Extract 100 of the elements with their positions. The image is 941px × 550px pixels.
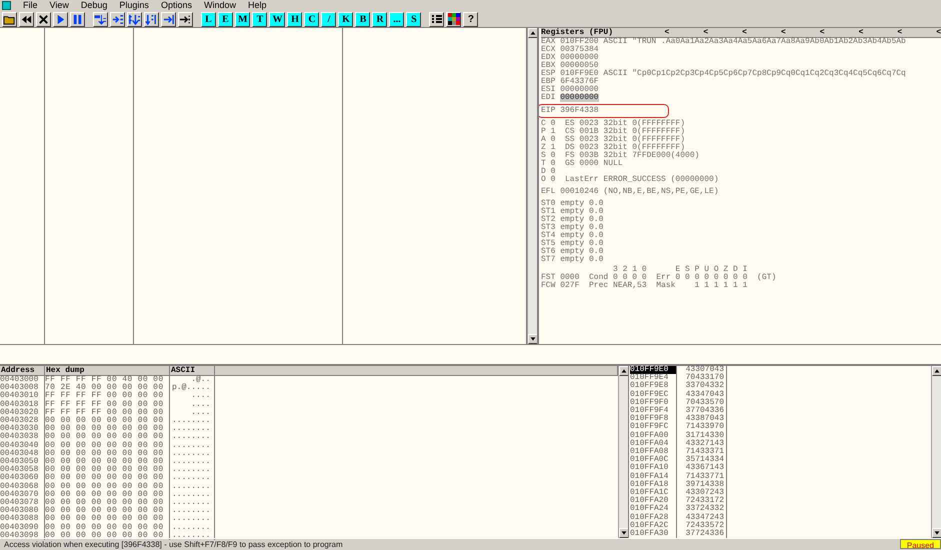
letter-shortcut-button[interactable]: H [287, 12, 302, 26]
stack-address[interactable]: 010FFA04 [630, 440, 676, 448]
toolbar-button[interactable] [144, 12, 159, 26]
stack-address[interactable]: 010FFA20 [630, 497, 676, 506]
stack-value: 43367143 [684, 464, 724, 472]
stack-address[interactable]: 010FFA00 [630, 432, 676, 440]
vertical-scrollbar[interactable] [618, 366, 628, 538]
ascii-cell-text: ........ [171, 507, 212, 516]
ascii-cell-text: ........ [171, 425, 212, 434]
scroll-left-button[interactable]: < [780, 28, 786, 37]
letter-shortcut-button[interactable]: R [372, 12, 388, 26]
register-value: 6F43376F [560, 78, 599, 86]
toolbar-button[interactable] [19, 12, 34, 26]
stack-address[interactable]: 010FFA2C [630, 522, 676, 530]
letter-shortcut-button[interactable]: K [338, 12, 354, 26]
ascii-cell-text: ........ [171, 499, 212, 508]
address-cell-text: 00403048 [0, 450, 40, 458]
column-header[interactable]: ASCII [170, 366, 215, 376]
flag-line: D 0 [541, 168, 556, 176]
stack-address[interactable]: 010FF9E8 [630, 382, 676, 391]
stack-address[interactable]: 010FF9F4 [630, 407, 676, 416]
letter-shortcut-button[interactable]: ... [389, 12, 404, 26]
register-value: 00000000 [560, 86, 599, 94]
vertical-scrollbar[interactable] [931, 366, 941, 538]
menu-item[interactable]: View [50, 0, 69, 11]
letter-shortcut-button[interactable]: C [304, 12, 320, 26]
letter-shortcut-button[interactable]: E [218, 12, 233, 26]
stack-address[interactable]: 010FF9EC [630, 390, 676, 399]
menu-item[interactable]: File [23, 0, 38, 11]
letter-shortcut-button[interactable]: T [252, 12, 268, 26]
scroll-down-icon[interactable] [528, 334, 538, 344]
toolbar-button[interactable] [446, 12, 462, 26]
register-comment: ASCII "TRUN .Aa0Aa1Aa2Aa3Aa4Aa5Aa6Aa7Aa8Aa9Ab0Ab1Ab2Ab3Ab4Ab5Ab [602, 38, 906, 46]
toolbar-button[interactable] [93, 12, 108, 26]
register-value: 396F4338 [560, 107, 599, 115]
ascii-cell-text: .... [190, 392, 212, 401]
stack-address[interactable]: 010FF9E0 [630, 366, 676, 374]
stack-address[interactable]: 010FFA1C [630, 489, 676, 498]
stack-value: 71433970 [684, 423, 724, 432]
column-header[interactable]: Hex dump [45, 366, 170, 376]
toolbar-button[interactable] [161, 12, 176, 26]
scroll-down-icon[interactable] [619, 528, 629, 538]
stack-address[interactable]: 010FFA14 [630, 472, 676, 481]
stack-address[interactable]: 010FFA08 [630, 448, 676, 456]
letter-shortcut-button[interactable]: L [201, 12, 216, 26]
stack-value: 43307243 [684, 489, 724, 498]
step-icon [94, 12, 107, 26]
letter-shortcut-button[interactable]: / [321, 12, 336, 26]
stack-address[interactable]: 010FFA0C [630, 456, 676, 464]
flag-line: Z 1 DS 0023 32bit 0(FFFFFFFF) [541, 144, 686, 152]
toolbar-button[interactable] [127, 12, 142, 26]
scroll-left-button[interactable]: < [703, 28, 708, 37]
register-value: 010FF9E0 [560, 70, 599, 78]
address-cell-text: 00403058 [0, 466, 40, 474]
stack-address[interactable]: 010FF9F8 [630, 415, 676, 424]
stack-address[interactable]: 010FF9F0 [630, 398, 676, 408]
scroll-up-icon[interactable] [619, 366, 629, 376]
stack-address[interactable]: 010FFA18 [630, 480, 676, 490]
address-cell-text: 00403038 [0, 433, 40, 442]
letter-shortcut-button[interactable]: B [355, 12, 370, 26]
menu-item[interactable]: Window [204, 0, 236, 11]
stack-value: 43387043 [684, 415, 724, 424]
letter-shortcut-button[interactable]: M [235, 12, 250, 26]
register-name: ESI [541, 86, 556, 94]
fpu-register: ST4 empty 0.0 [541, 232, 604, 240]
scroll-left-button[interactable]: < [858, 28, 864, 37]
address-cell-text: 00403008 [0, 384, 40, 392]
scroll-up-icon[interactable] [932, 366, 941, 376]
help-button[interactable]: ? [463, 12, 478, 26]
scroll-left-button[interactable]: < [820, 28, 825, 37]
toolbar-button[interactable] [2, 12, 17, 26]
column-header[interactable]: Address [0, 366, 45, 376]
scroll-down-icon[interactable] [932, 528, 941, 538]
menu-item[interactable]: Options [160, 0, 192, 11]
stack-address[interactable]: 010FFA30 [630, 530, 676, 538]
flag-line: P 1 CS 001B 32bit 0(FFFFFFFF) [541, 128, 686, 136]
scroll-left-button[interactable]: < [936, 28, 941, 37]
letter-shortcut-button[interactable]: W [269, 12, 286, 26]
scroll-left-button[interactable]: < [742, 28, 747, 37]
menu-item[interactable]: Debug [80, 0, 108, 11]
stack-address[interactable]: 010FFA24 [630, 505, 676, 514]
toolbar-button[interactable] [110, 12, 125, 26]
cpu-window-icon [2, 1, 11, 10]
stack-address[interactable]: 010FF9E4 [630, 374, 676, 382]
register-value: 010FF200 [560, 38, 599, 46]
toolbar-button[interactable] [70, 12, 85, 26]
toolbar-button[interactable] [53, 12, 68, 26]
toolbar-button[interactable] [429, 12, 444, 26]
letter-shortcut-button[interactable]: S [406, 12, 422, 26]
toolbar-button[interactable] [36, 12, 51, 26]
stack-address[interactable]: 010FFA28 [630, 514, 676, 522]
scroll-left-button[interactable]: < [897, 28, 902, 37]
vertical-scrollbar[interactable] [527, 28, 537, 344]
toolbar-button[interactable] [178, 12, 193, 26]
menu-item[interactable]: Help [248, 0, 266, 11]
menu-item[interactable]: Plugins [119, 0, 149, 11]
stack-address[interactable]: 010FFA10 [630, 464, 676, 473]
stack-address[interactable]: 010FF9FC [630, 423, 676, 432]
scroll-left-button[interactable]: < [664, 28, 670, 37]
scroll-up-icon[interactable] [528, 28, 538, 38]
